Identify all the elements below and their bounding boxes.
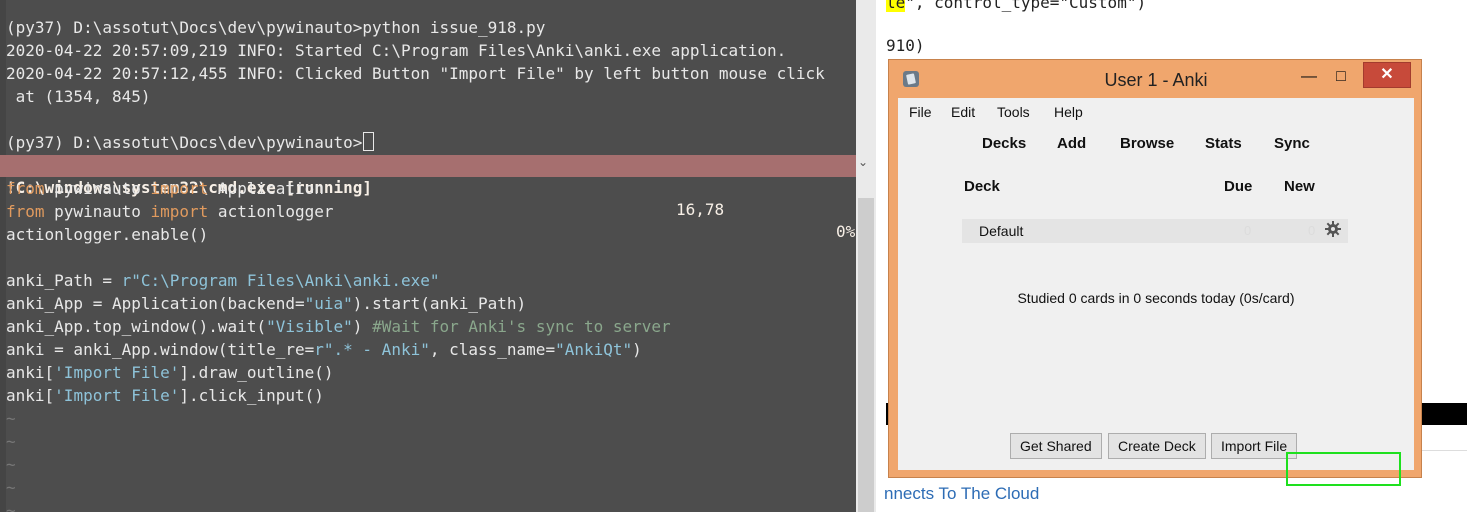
deck-new-count: 0 xyxy=(1308,223,1316,238)
chevron-down-icon[interactable]: ⌄ xyxy=(858,155,868,169)
menu-tools[interactable]: Tools xyxy=(997,104,1030,120)
empty-line-marker: ~ xyxy=(6,432,16,451)
terminal-prompt-line: (py37) D:\assotut\Docs\dev\pywinauto> xyxy=(6,132,375,154)
column-deck: Deck xyxy=(964,178,1000,195)
deck-row[interactable]: Default 0 0 xyxy=(962,219,1348,243)
code-line: anki = anki_App.window(title_re=r".* - A… xyxy=(6,340,642,359)
menu-edit[interactable]: Edit xyxy=(951,104,975,120)
get-shared-button[interactable]: Get Shared xyxy=(1010,433,1102,459)
code-fragment: 910) xyxy=(886,36,925,55)
toolbar-stats[interactable]: Stats xyxy=(1205,135,1242,152)
gear-icon[interactable] xyxy=(1324,220,1342,238)
code-line: from pywinauto import Application xyxy=(6,179,324,198)
maximize-button[interactable]: □ xyxy=(1329,66,1353,88)
terminal-prompt: (py37) D:\assotut\Docs\dev\pywinauto> xyxy=(6,133,363,152)
column-due: Due xyxy=(1224,178,1253,195)
text-cursor xyxy=(363,132,375,151)
menu-file[interactable]: File xyxy=(909,104,932,120)
code-line: anki['Import File'].click_input() xyxy=(6,386,324,405)
close-button[interactable]: ✕ xyxy=(1363,62,1411,88)
statusline-position: 16,78 xyxy=(676,200,725,219)
scrollbar-thumb[interactable] xyxy=(858,198,874,512)
terminal-line: 2020-04-22 20:57:12,455 INFO: Clicked Bu… xyxy=(6,64,825,83)
empty-line-marker: ~ xyxy=(6,478,16,497)
toolbar-add[interactable]: Add xyxy=(1057,135,1086,152)
anki-main-panel: File Edit Tools Help Decks Add Browse St… xyxy=(898,98,1414,470)
deck-due-count: 0 xyxy=(1244,223,1252,238)
vim-statusline: !C:\windows\system32\cmd.exe [running] 1… xyxy=(0,155,856,241)
vim-scrollbar[interactable]: ⌄ xyxy=(856,0,876,512)
maximize-icon: □ xyxy=(1336,68,1346,85)
code-line: anki_App = Application(backend="uia").st… xyxy=(6,294,527,313)
empty-line-marker: ~ xyxy=(6,501,16,512)
menu-help[interactable]: Help xyxy=(1054,104,1083,120)
minimize-icon: — xyxy=(1301,68,1317,85)
code-line: anki_Path = r"C:\Program Files\Anki\anki… xyxy=(6,271,440,290)
terminal-line: (py37) D:\assotut\Docs\dev\pywinauto>pyt… xyxy=(6,18,546,37)
page-link[interactable]: nnects To The Cloud xyxy=(884,484,1039,504)
code-fragment: le", control_type="Custom") xyxy=(886,0,1146,12)
minimize-button[interactable]: — xyxy=(1297,66,1321,88)
toolbar-sync[interactable]: Sync xyxy=(1274,135,1310,152)
empty-line-marker: ~ xyxy=(6,455,16,474)
statusline-percent: 0% xyxy=(836,222,856,241)
deck-name[interactable]: Default xyxy=(979,223,1023,239)
element-outline-highlight xyxy=(1286,452,1401,486)
close-icon: ✕ xyxy=(1380,66,1394,83)
code-line: from pywinauto import actionlogger xyxy=(6,202,334,221)
code-line: anki_App.top_window().wait("Visible") #W… xyxy=(6,317,671,336)
import-file-button[interactable]: Import File xyxy=(1211,433,1298,459)
create-deck-button[interactable]: Create Deck xyxy=(1108,433,1206,459)
terminal-pane[interactable]: (py37) D:\assotut\Docs\dev\pywinauto>pyt… xyxy=(0,0,856,512)
code-line: actionlogger.enable() xyxy=(6,225,209,244)
column-new: New xyxy=(1284,178,1315,195)
menu-bar: File Edit Tools Help xyxy=(898,98,1414,126)
terminal-line: 2020-04-22 20:57:09,219 INFO: Started C:… xyxy=(6,41,787,60)
toolbar-browse[interactable]: Browse xyxy=(1120,135,1174,152)
studied-summary: Studied 0 cards in 0 seconds today (0s/c… xyxy=(1017,290,1295,306)
code-line: anki['Import File'].draw_outline() xyxy=(6,363,334,382)
anki-window[interactable]: User 1 - Anki — □ ✕ File Edit Tools Help… xyxy=(888,59,1422,478)
terminal-line: at (1354, 845) xyxy=(6,87,151,106)
empty-line-marker: ~ xyxy=(6,409,16,428)
toolbar-decks[interactable]: Decks xyxy=(982,135,1026,152)
